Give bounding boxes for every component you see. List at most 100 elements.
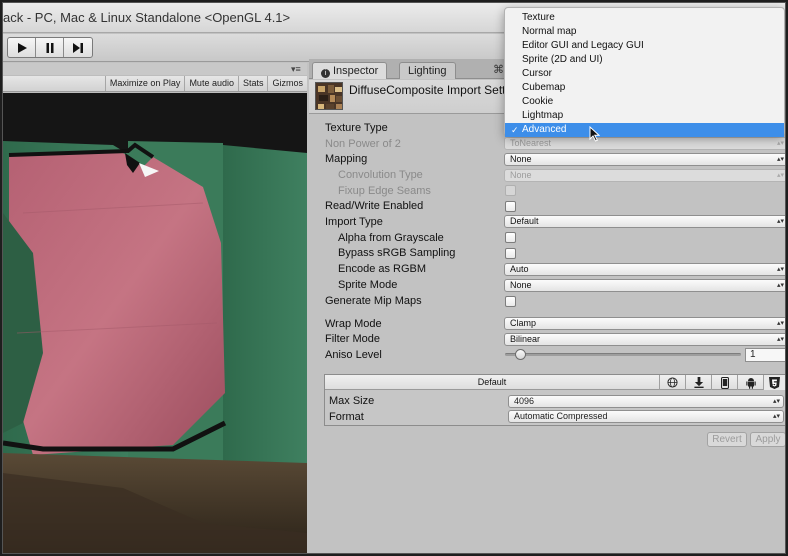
encode-as-rgbm-value: Auto	[510, 264, 529, 274]
fixup-edge-seams-checkbox	[505, 185, 516, 196]
sprite-mode-label: Sprite Mode	[338, 279, 398, 291]
alpha-from-grayscale-label: Alpha from Grayscale	[338, 232, 444, 244]
play-icon	[17, 42, 27, 53]
convolution-type-value: None	[510, 170, 532, 180]
scene-render-image	[3, 93, 307, 553]
platform-tab-download[interactable]	[685, 375, 711, 390]
scene-view-icon[interactable]: ⌘	[493, 63, 504, 76]
platform-tab-ios[interactable]	[711, 375, 737, 390]
dropdown-arrows-icon: ▴▾	[776, 218, 784, 225]
window-title: ack - PC, Mac & Linux Standalone <OpenGL…	[3, 10, 291, 25]
wrap-mode-dropdown[interactable]: Clamp ▴▾	[504, 317, 785, 330]
encode-as-rgbm-label: Encode as RGBM	[338, 263, 427, 275]
game-view-panel: ▾≡ Maximize on Play Mute audio Stats Giz…	[3, 63, 307, 553]
aniso-level-field[interactable]: 1	[745, 348, 785, 362]
non-power-of-2-label: Non Power of 2	[325, 138, 401, 150]
wrap-mode-value: Clamp	[510, 318, 537, 328]
menu-item-sprite[interactable]: Sprite (2D and UI)	[505, 53, 784, 67]
dropdown-arrows-icon: ▴▾	[772, 413, 780, 420]
aniso-level-slider-track[interactable]	[505, 353, 741, 356]
step-button[interactable]	[64, 38, 92, 57]
revert-button[interactable]: Revert	[707, 432, 747, 447]
mouse-cursor-icon	[589, 126, 600, 142]
convolution-type-label: Convolution Type	[338, 169, 423, 181]
max-size-dropdown[interactable]: 4096 ▴▾	[508, 395, 784, 408]
info-icon: i	[321, 69, 330, 78]
texture-type-label: Texture Type	[325, 122, 388, 134]
panel-menu-icon[interactable]: ▾≡	[291, 64, 301, 75]
tab-inspector[interactable]: i Inspector	[312, 62, 388, 79]
bypass-srgb-checkbox[interactable]	[505, 248, 516, 259]
filter-mode-dropdown[interactable]: Bilinear ▴▾	[504, 333, 785, 346]
platform-default-tab[interactable]: Default	[325, 377, 659, 387]
download-icon	[693, 377, 704, 388]
max-size-label: Max Size	[329, 395, 375, 407]
non-power-of-2-dropdown: ToNearest ▴▾	[504, 137, 785, 150]
read-write-enabled-label: Read/Write Enabled	[325, 200, 424, 212]
stats-toggle[interactable]: Stats	[237, 76, 268, 91]
android-icon	[745, 377, 756, 389]
generate-mip-maps-checkbox[interactable]	[505, 296, 516, 307]
dropdown-arrows-icon: ▴▾	[772, 398, 780, 405]
game-view-scene[interactable]	[3, 93, 307, 553]
generate-mip-maps-label: Generate Mip Maps	[325, 295, 422, 307]
apply-button[interactable]: Apply	[750, 432, 785, 447]
convolution-type-dropdown: None ▴▾	[504, 169, 785, 182]
read-write-enabled-checkbox[interactable]	[505, 201, 516, 212]
alpha-from-grayscale-checkbox[interactable]	[505, 232, 516, 243]
menu-item-cubemap[interactable]: Cubemap	[505, 81, 784, 95]
format-label: Format	[329, 411, 364, 423]
filter-mode-label: Filter Mode	[325, 333, 381, 345]
menu-item-cookie[interactable]: Cookie	[505, 95, 784, 109]
platform-tab-android[interactable]	[737, 375, 763, 390]
tab-lighting-label: Lighting	[408, 65, 447, 77]
platform-tab-standalone[interactable]	[659, 375, 685, 390]
import-type-dropdown[interactable]: Default ▴▾	[504, 215, 785, 228]
mapping-label: Mapping	[325, 153, 368, 165]
dropdown-arrows-icon: ▴▾	[776, 320, 784, 327]
playback-controls	[7, 37, 93, 58]
platform-settings-box: Default Max Size 4096 ▴▾ Format Automati…	[324, 374, 785, 426]
platform-tab-webgl[interactable]	[763, 375, 785, 390]
menu-item-editor-gui[interactable]: Editor GUI and Legacy GUI	[505, 39, 784, 53]
mapping-value: None	[510, 154, 532, 164]
menu-item-lightmap[interactable]: Lightmap	[505, 109, 784, 123]
step-icon	[73, 42, 83, 53]
bypass-srgb-label: Bypass sRGB Sampling	[338, 247, 456, 259]
game-tab-bar: ▾≡	[3, 63, 307, 75]
mapping-dropdown[interactable]: None ▴▾	[504, 153, 785, 166]
menu-item-texture[interactable]: Texture	[505, 11, 784, 25]
texture-type-menu: Texture Normal map Editor GUI and Legacy…	[504, 7, 785, 137]
filter-mode-value: Bilinear	[510, 334, 541, 344]
checkmark-icon: ✓	[511, 125, 519, 135]
menu-item-cursor[interactable]: Cursor	[505, 67, 784, 81]
dropdown-arrows-icon: ▴▾	[776, 172, 784, 179]
non-power-of-2-value: ToNearest	[510, 138, 552, 148]
mobile-icon	[720, 376, 729, 389]
aniso-level-label: Aniso Level	[325, 349, 382, 361]
fixup-edge-seams-label: Fixup Edge Seams	[338, 185, 431, 197]
import-type-value: Default	[510, 216, 539, 226]
dropdown-arrows-icon: ▴▾	[776, 282, 784, 289]
mute-audio-toggle[interactable]: Mute audio	[184, 76, 238, 91]
play-button[interactable]	[8, 38, 36, 57]
menu-item-advanced[interactable]: ✓ Advanced	[505, 123, 784, 137]
html5-icon	[769, 376, 780, 389]
format-dropdown[interactable]: Automatic Compressed ▴▾	[508, 410, 784, 423]
gizmos-dropdown[interactable]: Gizmos	[267, 76, 307, 91]
sprite-mode-dropdown[interactable]: None ▴▾	[504, 279, 785, 292]
maximize-on-play-toggle[interactable]: Maximize on Play	[104, 76, 185, 91]
import-settings-title: DiffuseComposite Import Settin	[349, 83, 515, 97]
menu-item-advanced-label: Advanced	[522, 124, 567, 135]
dropdown-arrows-icon: ▴▾	[776, 266, 784, 273]
dropdown-arrows-icon: ▴▾	[776, 156, 784, 163]
wrap-mode-label: Wrap Mode	[325, 318, 382, 330]
aniso-level-slider-handle[interactable]	[515, 349, 526, 360]
platform-tabs: Default	[325, 375, 785, 390]
encode-as-rgbm-dropdown[interactable]: Auto ▴▾	[504, 263, 785, 276]
tab-lighting[interactable]: Lighting	[399, 62, 456, 79]
menu-item-normal-map[interactable]: Normal map	[505, 25, 784, 39]
pause-button[interactable]	[36, 38, 64, 57]
globe-icon	[667, 377, 678, 388]
unity-editor-window: ack - PC, Mac & Linux Standalone <OpenGL…	[2, 2, 786, 554]
